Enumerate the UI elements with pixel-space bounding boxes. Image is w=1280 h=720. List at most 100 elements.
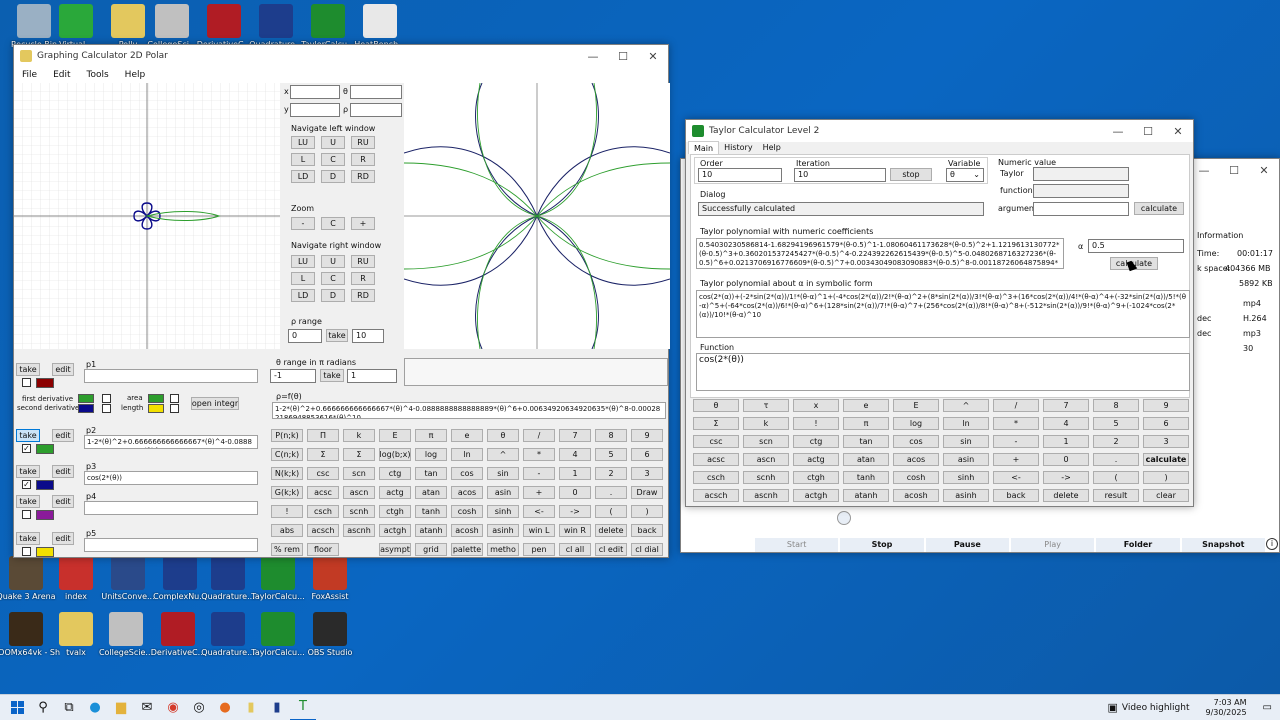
key-sym-button[interactable]: * bbox=[523, 448, 555, 461]
key-tan-button[interactable]: tan bbox=[415, 467, 447, 480]
key-actg-button[interactable]: actg bbox=[793, 453, 839, 466]
key-sym-button[interactable]: θ bbox=[487, 429, 519, 442]
key-back-button[interactable]: back bbox=[631, 524, 663, 537]
key-sym-button[interactable]: ! bbox=[793, 417, 839, 430]
y-field[interactable] bbox=[290, 103, 340, 117]
key-sym-button[interactable]: . bbox=[595, 486, 627, 499]
p3-visible-check[interactable]: ✓ bbox=[22, 480, 31, 489]
p2-expression-field[interactable]: 1-2*(θ)^2+0.666666666666667*(θ)^4-0.0888… bbox=[84, 435, 258, 449]
key-acsc-button[interactable]: acsc bbox=[693, 453, 739, 466]
p1-color[interactable] bbox=[36, 378, 54, 388]
key-7-button[interactable]: 7 bbox=[1043, 399, 1089, 412]
key-win-r-button[interactable]: win R bbox=[559, 524, 591, 537]
key-sinh-button[interactable]: sinh bbox=[487, 505, 519, 518]
key-ctgh-button[interactable]: ctgh bbox=[793, 471, 839, 484]
p4-expression-field[interactable] bbox=[84, 501, 258, 515]
key-8-button[interactable]: 8 bbox=[595, 429, 627, 442]
nav-left-c-button[interactable]: C bbox=[321, 153, 345, 166]
area-color[interactable] bbox=[148, 394, 164, 403]
key-ln-button[interactable]: ln bbox=[943, 417, 989, 430]
key-pen-button[interactable]: pen bbox=[523, 543, 555, 556]
menu-edit[interactable]: Edit bbox=[45, 70, 78, 80]
start-icon[interactable] bbox=[4, 695, 30, 720]
key-palette-button[interactable]: palette bbox=[451, 543, 483, 556]
notification-icon[interactable]: ▭ bbox=[1263, 702, 1272, 713]
key-tan-button[interactable]: tan bbox=[843, 435, 889, 448]
key-sym-button[interactable]: ! bbox=[271, 505, 303, 518]
key-asin-button[interactable]: asin bbox=[943, 453, 989, 466]
nav-right-lu-button[interactable]: LU bbox=[291, 255, 315, 268]
key-acos-button[interactable]: acos bbox=[893, 453, 939, 466]
alpha-field[interactable]: 0.5 bbox=[1088, 239, 1184, 253]
zoom-in-button[interactable]: + bbox=[351, 217, 375, 230]
file-explorer-icon[interactable]: ▆ bbox=[108, 695, 134, 720]
right-plot[interactable] bbox=[404, 83, 670, 349]
key-k-button[interactable]: k bbox=[743, 417, 789, 430]
area-check[interactable] bbox=[170, 394, 179, 403]
key-9-button[interactable]: 9 bbox=[1143, 399, 1189, 412]
p1-expression-field[interactable] bbox=[84, 369, 258, 383]
key-actgh-button[interactable]: actgh bbox=[379, 524, 411, 537]
taylor-icon[interactable]: T bbox=[290, 695, 316, 720]
close-icon[interactable]: ✕ bbox=[1163, 120, 1193, 142]
obs-icon[interactable]: ◎ bbox=[186, 695, 212, 720]
pause-button[interactable]: Pause bbox=[925, 538, 1009, 552]
folder-button[interactable]: Folder bbox=[1096, 538, 1180, 552]
nav-left-r-button[interactable]: R bbox=[351, 153, 375, 166]
key-ctgh-button[interactable]: ctgh bbox=[379, 505, 411, 518]
key-sym-button[interactable]: ^ bbox=[487, 448, 519, 461]
key-sym-button[interactable]: <- bbox=[523, 505, 555, 518]
nav-right-d-button[interactable]: D bbox=[321, 289, 345, 302]
key-sym-button[interactable]: ( bbox=[595, 505, 627, 518]
numeric-calculate-button[interactable]: calculate bbox=[1134, 202, 1184, 215]
key-1-button[interactable]: 1 bbox=[1043, 435, 1089, 448]
close-icon[interactable]: ✕ bbox=[638, 45, 668, 67]
nav-left-u-button[interactable]: U bbox=[321, 136, 345, 149]
key-acos-button[interactable]: acos bbox=[451, 486, 483, 499]
key-5-button[interactable]: 5 bbox=[595, 448, 627, 461]
chrome-icon[interactable]: ◉ bbox=[160, 695, 186, 720]
key-ascn-button[interactable]: ascn bbox=[343, 486, 375, 499]
nav-left-rd-button[interactable]: RD bbox=[351, 170, 375, 183]
menu-help[interactable]: Help bbox=[117, 70, 154, 80]
key-sym-button[interactable]: Σ bbox=[693, 417, 739, 430]
stop-button[interactable]: stop bbox=[890, 168, 932, 181]
key-4-button[interactable]: 4 bbox=[559, 448, 591, 461]
maximize-icon[interactable]: ☐ bbox=[1219, 159, 1249, 181]
key-acsch-button[interactable]: acsch bbox=[307, 524, 339, 537]
key-3-button[interactable]: 3 bbox=[1143, 435, 1189, 448]
desktop-icon[interactable]: FoxAssist bbox=[296, 556, 364, 612]
key-sym-button[interactable]: <- bbox=[993, 471, 1039, 484]
rho-eq-field[interactable]: 1-2*(θ)^2+0.666666666666667*(θ)^4-0.0888… bbox=[272, 402, 666, 419]
key-sym-button[interactable]: / bbox=[993, 399, 1039, 412]
key-calculate-button[interactable]: calculate bbox=[1143, 453, 1189, 466]
key-sym-button[interactable]: . bbox=[1093, 453, 1139, 466]
p4-take-button[interactable]: take bbox=[16, 495, 40, 508]
zoom-out-button[interactable]: - bbox=[291, 217, 315, 230]
snapshot-button[interactable]: Snapshot bbox=[1181, 538, 1265, 552]
key-sym-button[interactable]: θ bbox=[693, 399, 739, 412]
key-draw-button[interactable]: Draw bbox=[631, 486, 663, 499]
key-result-button[interactable]: result bbox=[1093, 489, 1139, 502]
key-ascnh-button[interactable]: ascnh bbox=[343, 524, 375, 537]
p2-take-button[interactable]: take bbox=[16, 429, 40, 442]
key-sym-button[interactable]: - bbox=[523, 467, 555, 480]
desktop-icon[interactable]: OBS Studio bbox=[296, 612, 364, 668]
task-view-icon[interactable]: ⧉ bbox=[56, 695, 82, 720]
key-cos-button[interactable]: cos bbox=[893, 435, 939, 448]
menu-tools[interactable]: Tools bbox=[79, 70, 117, 80]
key-sym-button[interactable]: π bbox=[843, 417, 889, 430]
key-csch-button[interactable]: csch bbox=[307, 505, 339, 518]
key-acsch-button[interactable]: acsch bbox=[693, 489, 739, 502]
key-ascn-button[interactable]: ascn bbox=[743, 453, 789, 466]
maximize-icon[interactable]: ☐ bbox=[1133, 120, 1163, 142]
nav-left-l-button[interactable]: L bbox=[291, 153, 315, 166]
key-log-button[interactable]: log bbox=[893, 417, 939, 430]
key-actg-button[interactable]: actg bbox=[379, 486, 411, 499]
key-sym-button[interactable]: τ bbox=[743, 399, 789, 412]
key-tanh-button[interactable]: tanh bbox=[843, 471, 889, 484]
p5-color[interactable] bbox=[36, 547, 54, 557]
key-atanh-button[interactable]: atanh bbox=[843, 489, 889, 502]
firefox-icon[interactable]: ● bbox=[212, 695, 238, 720]
key-clear-button[interactable]: clear bbox=[1143, 489, 1189, 502]
